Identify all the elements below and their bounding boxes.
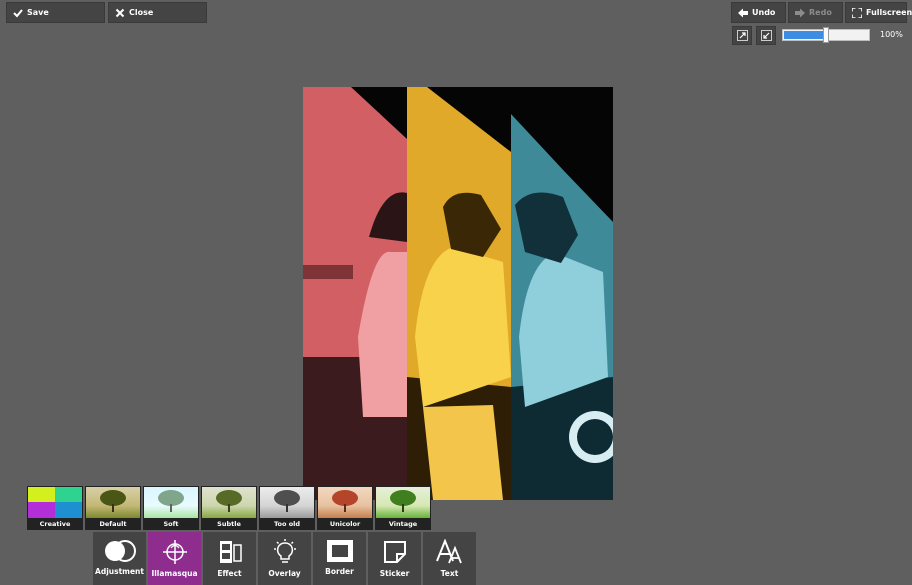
filter-creative-label: Creative xyxy=(39,520,71,528)
fit-to-screen-button[interactable] xyxy=(732,26,752,45)
fullscreen-label: Fullscreen xyxy=(866,8,912,17)
sticker-icon xyxy=(383,541,406,563)
zoom-slider[interactable] xyxy=(782,27,870,43)
redo-label: Redo xyxy=(809,8,832,17)
arrow-right-icon xyxy=(795,8,805,17)
filter-default[interactable]: Default xyxy=(85,486,141,530)
tool-illamasqua[interactable]: Illamasqua xyxy=(148,532,201,585)
expand-icon xyxy=(736,30,748,41)
filter-soft-preview xyxy=(144,487,198,518)
close-label: Close xyxy=(129,8,154,17)
check-icon xyxy=(13,8,23,17)
tool-sticker[interactable]: Sticker xyxy=(368,532,421,585)
filter-soft-label: Soft xyxy=(163,520,179,528)
tool-effect-label: Effect xyxy=(217,569,242,578)
tool-border-label: Border xyxy=(325,567,354,576)
filter-creative[interactable]: Creative xyxy=(27,486,83,530)
tool-text-label: Text xyxy=(440,569,459,578)
filter-vintage-preview xyxy=(376,487,430,518)
undo-button[interactable]: Undo xyxy=(731,2,786,23)
filter-unicolor-label: Unicolor xyxy=(329,520,361,528)
tool-border[interactable]: Border xyxy=(313,532,366,585)
tool-effect[interactable]: Effect xyxy=(203,532,256,585)
film-icon xyxy=(219,541,242,563)
filter-soft[interactable]: Soft xyxy=(143,486,199,530)
illamasqua-icon xyxy=(162,540,187,564)
tool-sticker-label: Sticker xyxy=(379,569,410,578)
save-button[interactable]: Save xyxy=(6,2,105,23)
photo-canvas[interactable] xyxy=(303,87,613,500)
undo-label: Undo xyxy=(752,8,776,17)
filter-too-old-label: Too old xyxy=(273,520,301,528)
actual-size-button[interactable] xyxy=(756,26,776,45)
filter-unicolor-preview xyxy=(318,487,372,518)
fullscreen-icon xyxy=(852,7,862,18)
filter-subtle-preview xyxy=(202,487,256,518)
filter-too-old-preview xyxy=(260,487,314,518)
tool-illamasqua-label: Illamasqua xyxy=(151,569,198,578)
filter-unicolor[interactable]: Unicolor xyxy=(317,486,373,530)
tool-text[interactable]: Text xyxy=(423,532,476,585)
filter-default-label: Default xyxy=(99,520,127,528)
filter-vintage-label: Vintage xyxy=(388,520,418,528)
tool-overlay[interactable]: Overlay xyxy=(258,532,311,585)
tool-overlay-label: Overlay xyxy=(268,569,301,578)
filter-subtle-label: Subtle xyxy=(217,520,241,528)
filter-creative-preview xyxy=(28,487,82,518)
filter-subtle[interactable]: Subtle xyxy=(201,486,257,530)
filter-default-preview xyxy=(86,487,140,518)
zoom-level-label: 100% xyxy=(880,30,903,39)
filter-too-old[interactable]: Too old xyxy=(259,486,315,530)
frame-icon xyxy=(326,540,353,562)
tool-adjustment-label: Adjustment xyxy=(95,567,144,576)
close-icon xyxy=(115,8,125,17)
lightbulb-icon xyxy=(273,539,296,563)
shrink-icon xyxy=(760,30,772,41)
zoom-slider-fill xyxy=(784,31,826,39)
redo-button[interactable]: Redo xyxy=(788,2,843,23)
tool-adjustment[interactable]: Adjustment xyxy=(93,532,146,585)
text-icon xyxy=(435,539,462,564)
filter-vintage[interactable]: Vintage xyxy=(375,486,431,530)
fullscreen-button[interactable]: Fullscreen xyxy=(845,2,912,23)
zoom-slider-thumb[interactable] xyxy=(823,27,829,43)
adjustment-icon xyxy=(104,540,136,562)
save-label: Save xyxy=(27,8,49,17)
close-button[interactable]: Close xyxy=(108,2,207,23)
arrow-left-icon xyxy=(738,8,748,17)
